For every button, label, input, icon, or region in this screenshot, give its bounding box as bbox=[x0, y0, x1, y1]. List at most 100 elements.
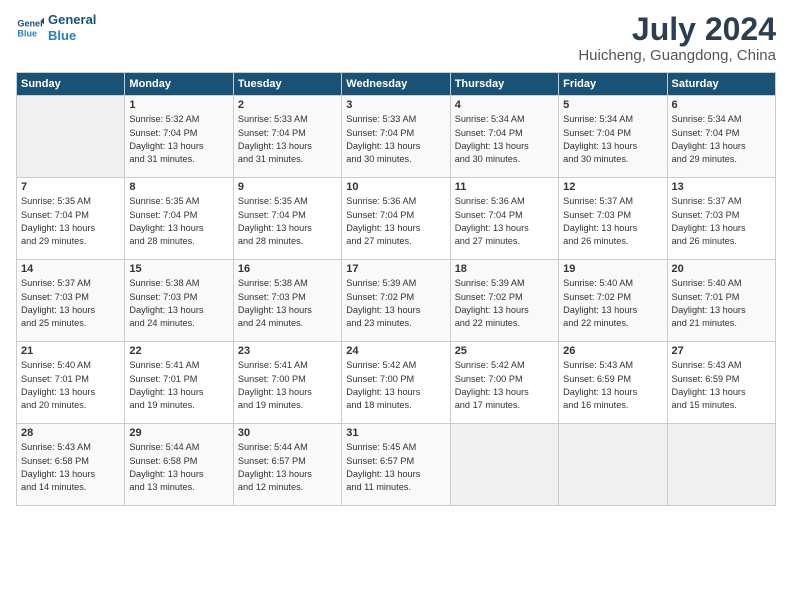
calendar-cell: 19Sunrise: 5:40 AM Sunset: 7:02 PM Dayli… bbox=[559, 260, 667, 342]
day-number: 17 bbox=[346, 263, 445, 275]
day-number: 1 bbox=[129, 99, 228, 111]
calendar-cell: 15 Sunrise: 5:38 AM Sunset: 7:03 PM Dayli… bbox=[125, 260, 233, 342]
day-number: 10 bbox=[346, 181, 445, 193]
calendar-cell bbox=[667, 424, 775, 506]
calendar-cell: 25 Sunrise: 5:42 AM Sunset: 7:00 PM Dayli… bbox=[450, 342, 558, 424]
day-info: Sunrise: 5:41 AM Sunset: 7:01 PM Dayligh… bbox=[129, 359, 228, 412]
header-day-tuesday: Tuesday bbox=[233, 73, 341, 96]
day-number: 14 bbox=[21, 263, 120, 275]
day-number: 15 bbox=[129, 263, 228, 275]
header-day-sunday: Sunday bbox=[17, 73, 125, 96]
calendar-cell: 14Sunrise: 5:37 AM Sunset: 7:03 PM Dayli… bbox=[17, 260, 125, 342]
day-info: Sunrise: 5:43 AM Sunset: 6:59 PM Dayligh… bbox=[563, 359, 662, 412]
calendar-cell: 6 Sunrise: 5:34 AM Sunset: 7:04 PM Daylig… bbox=[667, 96, 775, 178]
day-info: Sunrise: 5:35 AM Sunset: 7:04 PM Dayligh… bbox=[238, 195, 337, 248]
page-subtitle: Huicheng, Guangdong, China bbox=[578, 47, 776, 64]
calendar-cell bbox=[17, 96, 125, 178]
day-info: Sunrise: 5:38 AM Sunset: 7:03 PM Dayligh… bbox=[238, 277, 337, 330]
calendar-cell: 7Sunrise: 5:35 AM Sunset: 7:04 PM Daylig… bbox=[17, 178, 125, 260]
day-info: Sunrise: 5:43 AM Sunset: 6:58 PM Dayligh… bbox=[21, 441, 120, 494]
calendar-cell: 21Sunrise: 5:40 AM Sunset: 7:01 PM Dayli… bbox=[17, 342, 125, 424]
calendar-cell: 23Sunrise: 5:41 AM Sunset: 7:00 PM Dayli… bbox=[233, 342, 341, 424]
calendar-cell: 11 Sunrise: 5:36 AM Sunset: 7:04 PM Dayli… bbox=[450, 178, 558, 260]
day-number: 24 bbox=[346, 345, 445, 357]
calendar-week-4: 21Sunrise: 5:40 AM Sunset: 7:01 PM Dayli… bbox=[17, 342, 776, 424]
calendar-cell: 16 Sunrise: 5:38 AM Sunset: 7:03 PM Dayli… bbox=[233, 260, 341, 342]
header-day-saturday: Saturday bbox=[667, 73, 775, 96]
day-number: 31 bbox=[346, 427, 445, 439]
day-number: 16 bbox=[238, 263, 337, 275]
day-info: Sunrise: 5:44 AM Sunset: 6:57 PM Dayligh… bbox=[238, 441, 337, 494]
day-number: 3 bbox=[346, 99, 445, 111]
day-number: 20 bbox=[672, 263, 771, 275]
page-title: July 2024 bbox=[578, 12, 776, 47]
day-info: Sunrise: 5:40 AM Sunset: 7:01 PM Dayligh… bbox=[672, 277, 771, 330]
calendar-cell: 22 Sunrise: 5:41 AM Sunset: 7:01 PM Dayli… bbox=[125, 342, 233, 424]
day-number: 29 bbox=[129, 427, 228, 439]
day-number: 21 bbox=[21, 345, 120, 357]
day-number: 6 bbox=[672, 99, 771, 111]
calendar-cell: 5Sunrise: 5:34 AM Sunset: 7:04 PM Daylig… bbox=[559, 96, 667, 178]
day-number: 18 bbox=[455, 263, 554, 275]
day-number: 26 bbox=[563, 345, 662, 357]
day-number: 28 bbox=[21, 427, 120, 439]
calendar-cell: 3 Sunrise: 5:33 AM Sunset: 7:04 PM Daylig… bbox=[342, 96, 450, 178]
day-info: Sunrise: 5:45 AM Sunset: 6:57 PM Dayligh… bbox=[346, 441, 445, 494]
day-info: Sunrise: 5:36 AM Sunset: 7:04 PM Dayligh… bbox=[455, 195, 554, 248]
day-info: Sunrise: 5:36 AM Sunset: 7:04 PM Dayligh… bbox=[346, 195, 445, 248]
day-info: Sunrise: 5:42 AM Sunset: 7:00 PM Dayligh… bbox=[455, 359, 554, 412]
svg-text:Blue: Blue bbox=[17, 28, 37, 38]
day-info: Sunrise: 5:40 AM Sunset: 7:02 PM Dayligh… bbox=[563, 277, 662, 330]
header-day-monday: Monday bbox=[125, 73, 233, 96]
logo-text-line1: General bbox=[48, 12, 96, 28]
calendar-cell: 17Sunrise: 5:39 AM Sunset: 7:02 PM Dayli… bbox=[342, 260, 450, 342]
logo-icon: General Blue bbox=[16, 14, 44, 42]
header-day-wednesday: Wednesday bbox=[342, 73, 450, 96]
day-info: Sunrise: 5:44 AM Sunset: 6:58 PM Dayligh… bbox=[129, 441, 228, 494]
calendar-table: SundayMondayTuesdayWednesdayThursdayFrid… bbox=[16, 72, 776, 506]
day-info: Sunrise: 5:32 AM Sunset: 7:04 PM Dayligh… bbox=[129, 113, 228, 166]
day-info: Sunrise: 5:33 AM Sunset: 7:04 PM Dayligh… bbox=[346, 113, 445, 166]
day-info: Sunrise: 5:42 AM Sunset: 7:00 PM Dayligh… bbox=[346, 359, 445, 412]
day-number: 7 bbox=[21, 181, 120, 193]
day-number: 11 bbox=[455, 181, 554, 193]
logo-text-line2: Blue bbox=[48, 28, 96, 44]
day-info: Sunrise: 5:34 AM Sunset: 7:04 PM Dayligh… bbox=[563, 113, 662, 166]
calendar-cell bbox=[450, 424, 558, 506]
calendar-cell: 27 Sunrise: 5:43 AM Sunset: 6:59 PM Dayli… bbox=[667, 342, 775, 424]
calendar-cell: 18 Sunrise: 5:39 AM Sunset: 7:02 PM Dayli… bbox=[450, 260, 558, 342]
day-number: 4 bbox=[455, 99, 554, 111]
logo: General Blue General Blue bbox=[16, 12, 96, 43]
calendar-cell: 1 Sunrise: 5:32 AM Sunset: 7:04 PM Daylig… bbox=[125, 96, 233, 178]
calendar-week-5: 28 Sunrise: 5:43 AM Sunset: 6:58 PM Dayli… bbox=[17, 424, 776, 506]
calendar-cell: 10 Sunrise: 5:36 AM Sunset: 7:04 PM Dayli… bbox=[342, 178, 450, 260]
header-day-friday: Friday bbox=[559, 73, 667, 96]
day-number: 12 bbox=[563, 181, 662, 193]
day-number: 25 bbox=[455, 345, 554, 357]
calendar-cell: 12 Sunrise: 5:37 AM Sunset: 7:03 PM Dayli… bbox=[559, 178, 667, 260]
day-number: 9 bbox=[238, 181, 337, 193]
calendar-cell: 20 Sunrise: 5:40 AM Sunset: 7:01 PM Dayli… bbox=[667, 260, 775, 342]
day-info: Sunrise: 5:37 AM Sunset: 7:03 PM Dayligh… bbox=[563, 195, 662, 248]
day-info: Sunrise: 5:34 AM Sunset: 7:04 PM Dayligh… bbox=[672, 113, 771, 166]
calendar-cell: 24 Sunrise: 5:42 AM Sunset: 7:00 PM Dayli… bbox=[342, 342, 450, 424]
calendar-cell: 13Sunrise: 5:37 AM Sunset: 7:03 PM Dayli… bbox=[667, 178, 775, 260]
day-info: Sunrise: 5:33 AM Sunset: 7:04 PM Dayligh… bbox=[238, 113, 337, 166]
calendar-cell: 31 Sunrise: 5:45 AM Sunset: 6:57 PM Dayli… bbox=[342, 424, 450, 506]
calendar-cell: 8Sunrise: 5:35 AM Sunset: 7:04 PM Daylig… bbox=[125, 178, 233, 260]
calendar-cell: 26 Sunrise: 5:43 AM Sunset: 6:59 PM Dayli… bbox=[559, 342, 667, 424]
day-number: 27 bbox=[672, 345, 771, 357]
calendar-header: SundayMondayTuesdayWednesdayThursdayFrid… bbox=[17, 73, 776, 96]
calendar-cell: 29 Sunrise: 5:44 AM Sunset: 6:58 PM Dayli… bbox=[125, 424, 233, 506]
calendar-cell: 4Sunrise: 5:34 AM Sunset: 7:04 PM Daylig… bbox=[450, 96, 558, 178]
day-info: Sunrise: 5:38 AM Sunset: 7:03 PM Dayligh… bbox=[129, 277, 228, 330]
day-number: 22 bbox=[129, 345, 228, 357]
calendar-cell: 28 Sunrise: 5:43 AM Sunset: 6:58 PM Dayli… bbox=[17, 424, 125, 506]
header: General Blue General Blue July 2024 Huic… bbox=[16, 12, 776, 64]
day-number: 13 bbox=[672, 181, 771, 193]
day-info: Sunrise: 5:43 AM Sunset: 6:59 PM Dayligh… bbox=[672, 359, 771, 412]
title-area: July 2024 Huicheng, Guangdong, China bbox=[578, 12, 776, 64]
day-info: Sunrise: 5:41 AM Sunset: 7:00 PM Dayligh… bbox=[238, 359, 337, 412]
day-info: Sunrise: 5:39 AM Sunset: 7:02 PM Dayligh… bbox=[455, 277, 554, 330]
calendar-cell bbox=[559, 424, 667, 506]
